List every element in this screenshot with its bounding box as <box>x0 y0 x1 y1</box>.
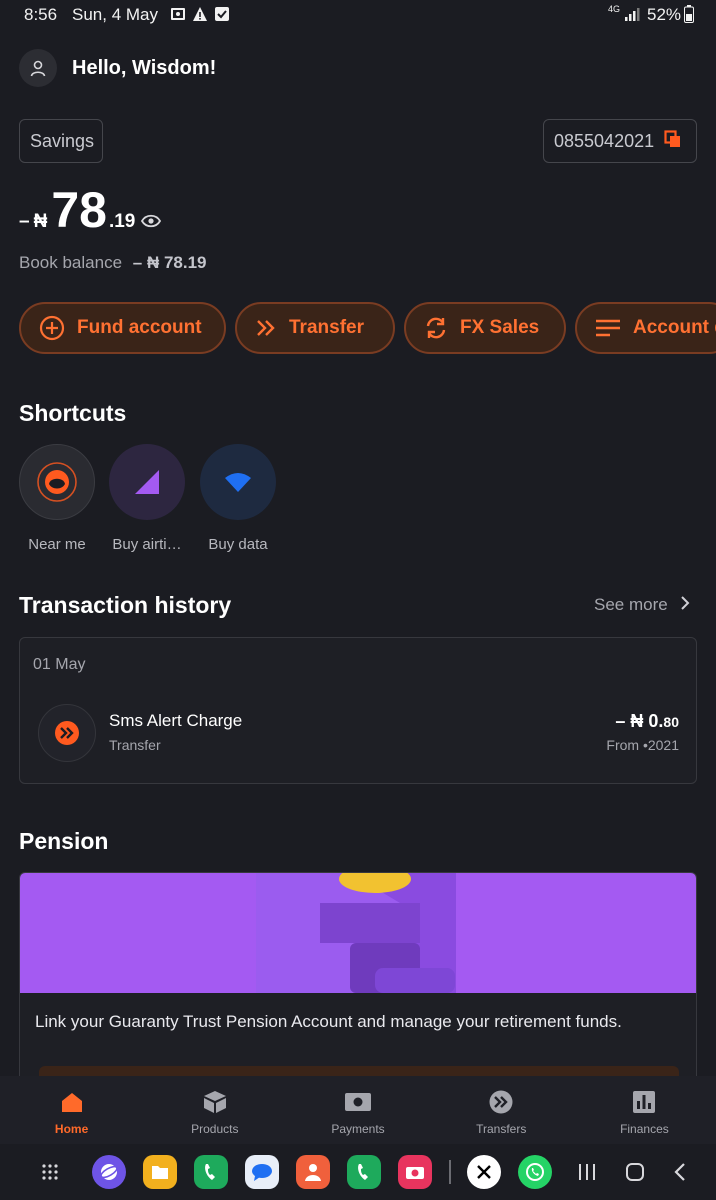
fund-account-label: Fund account <box>77 317 202 338</box>
exchange-icon <box>424 317 448 339</box>
pension-banner-illustration <box>20 873 696 993</box>
transaction-amount-decimal: 80 <box>663 714 679 730</box>
chart-icon <box>633 1088 656 1116</box>
home-button-icon[interactable] <box>625 1162 645 1182</box>
see-more-label: See more <box>594 595 668 614</box>
dock-divider <box>449 1160 451 1184</box>
shortcut-buy-data[interactable]: Buy data <box>200 444 276 553</box>
transaction-group-date: 01 May <box>33 656 86 673</box>
transaction-amount-main: – ₦ 0. <box>615 711 664 731</box>
balance-decimal: .19 <box>108 211 136 232</box>
transaction-from: From •2021 <box>606 737 679 753</box>
warning-icon <box>192 6 208 27</box>
eye-icon[interactable] <box>140 214 162 233</box>
x-app-icon[interactable] <box>467 1155 501 1189</box>
whatsapp-app-icon[interactable] <box>518 1155 552 1189</box>
shortcuts-title: Shortcuts <box>19 400 127 426</box>
messages-app-icon[interactable] <box>245 1155 279 1189</box>
phone-app-icon[interactable] <box>194 1155 228 1189</box>
transaction-history-title: Transaction history <box>19 592 232 618</box>
shortcut-buy-airtime[interactable]: Buy airti… <box>109 444 185 553</box>
account-number-chip[interactable]: 0855042021 <box>543 119 697 163</box>
phone-alt-app-icon[interactable] <box>347 1155 381 1189</box>
transaction-transfer-icon <box>38 704 96 762</box>
nav-payments[interactable]: Payments <box>286 1076 429 1144</box>
gallery-notification-icon <box>170 6 186 27</box>
shortcut-near-me[interactable]: Near me <box>19 444 95 553</box>
nav-transfers[interactable]: Transfers <box>430 1076 573 1144</box>
menu-icon <box>595 318 621 338</box>
fund-account-button[interactable]: Fund account <box>19 302 226 354</box>
fx-sales-label: FX Sales <box>460 317 540 338</box>
account-number: 0855042021 <box>554 130 655 151</box>
network-type: 4G <box>608 4 621 14</box>
system-dock <box>0 1144 716 1200</box>
transaction-type: Transfer <box>109 737 161 753</box>
status-time: 8:56 <box>24 5 58 24</box>
camera-app-icon[interactable] <box>398 1155 432 1189</box>
account-balance: – ₦ 78 .19 <box>19 182 135 238</box>
transaction-name[interactable]: Sms Alert Charge <box>109 711 242 731</box>
browser-app-icon[interactable] <box>92 1155 126 1189</box>
status-bar: 8:56 Sun, 4 May 4G 52% <box>0 0 716 30</box>
book-balance-label: Book balance <box>19 253 123 272</box>
shortcut-buy-data-label: Buy data <box>208 536 268 553</box>
fx-sales-button[interactable]: FX Sales <box>404 302 566 354</box>
copy-icon[interactable] <box>664 129 682 153</box>
check-notification-icon <box>214 6 230 27</box>
chevron-right-icon <box>680 595 690 615</box>
nav-transfers-label: Transfers <box>476 1122 527 1136</box>
box-icon <box>203 1088 227 1116</box>
bottom-navigation: Home Products Payments Transfers Finance… <box>0 1076 716 1144</box>
signal-icon <box>624 6 640 27</box>
transaction-card: 01 May Sms Alert Charge Transfer – ₦ 0.8… <box>19 637 697 784</box>
airtime-signal-icon <box>109 444 185 520</box>
book-balance-value: – ₦ 78.19 <box>132 253 207 272</box>
transfer-label: Transfer <box>289 317 364 338</box>
transaction-amount: – ₦ 0.80 <box>615 711 679 732</box>
nav-finances-label: Finances <box>620 1122 669 1136</box>
plus-circle-icon <box>39 315 65 341</box>
balance-currency: ₦ <box>33 211 48 232</box>
wifi-icon <box>200 444 276 520</box>
nav-home[interactable]: Home <box>0 1076 143 1144</box>
near-me-icon <box>19 444 95 520</box>
app-drawer-icon[interactable] <box>42 1164 58 1180</box>
nav-payments-label: Payments <box>331 1122 385 1136</box>
pension-title: Pension <box>19 828 109 854</box>
nav-products[interactable]: Products <box>143 1076 286 1144</box>
contacts-app-icon[interactable] <box>296 1155 330 1189</box>
pension-card[interactable]: Link your Guaranty Trust Pension Account… <box>19 872 697 1082</box>
battery-percent: 52% <box>647 5 682 24</box>
balance-main: 78 <box>51 182 107 238</box>
back-button-icon[interactable] <box>673 1162 687 1182</box>
nav-home-label: Home <box>54 1122 89 1136</box>
transfer-button[interactable]: Transfer <box>235 302 395 354</box>
nav-finances[interactable]: Finances <box>573 1076 716 1144</box>
files-app-icon[interactable] <box>143 1155 177 1189</box>
account-details-button[interactable]: Account d <box>575 302 716 354</box>
battery-icon <box>684 5 694 28</box>
cash-icon <box>345 1088 371 1116</box>
account-details-label: Account d <box>633 317 716 338</box>
profile-avatar[interactable] <box>19 49 57 87</box>
shortcut-near-me-label: Near me <box>28 536 86 553</box>
recent-apps-icon[interactable] <box>577 1163 597 1181</box>
status-date: Sun, 4 May <box>72 5 158 24</box>
balance-sign: – <box>19 211 30 232</box>
see-more-link[interactable]: See more <box>594 595 690 615</box>
home-icon <box>61 1088 83 1116</box>
greeting-text: Hello, Wisdom! <box>72 57 217 79</box>
pension-description: Link your Guaranty Trust Pension Account… <box>35 1012 622 1031</box>
user-icon <box>30 60 46 77</box>
nav-products-label: Products <box>191 1122 239 1136</box>
double-chevron-icon <box>255 318 277 338</box>
book-balance: Book balance – ₦ 78.19 <box>19 253 207 273</box>
transfer-icon <box>489 1088 513 1116</box>
account-type-selector[interactable]: Savings <box>19 119 103 163</box>
shortcut-buy-airtime-label: Buy airti… <box>112 536 182 553</box>
